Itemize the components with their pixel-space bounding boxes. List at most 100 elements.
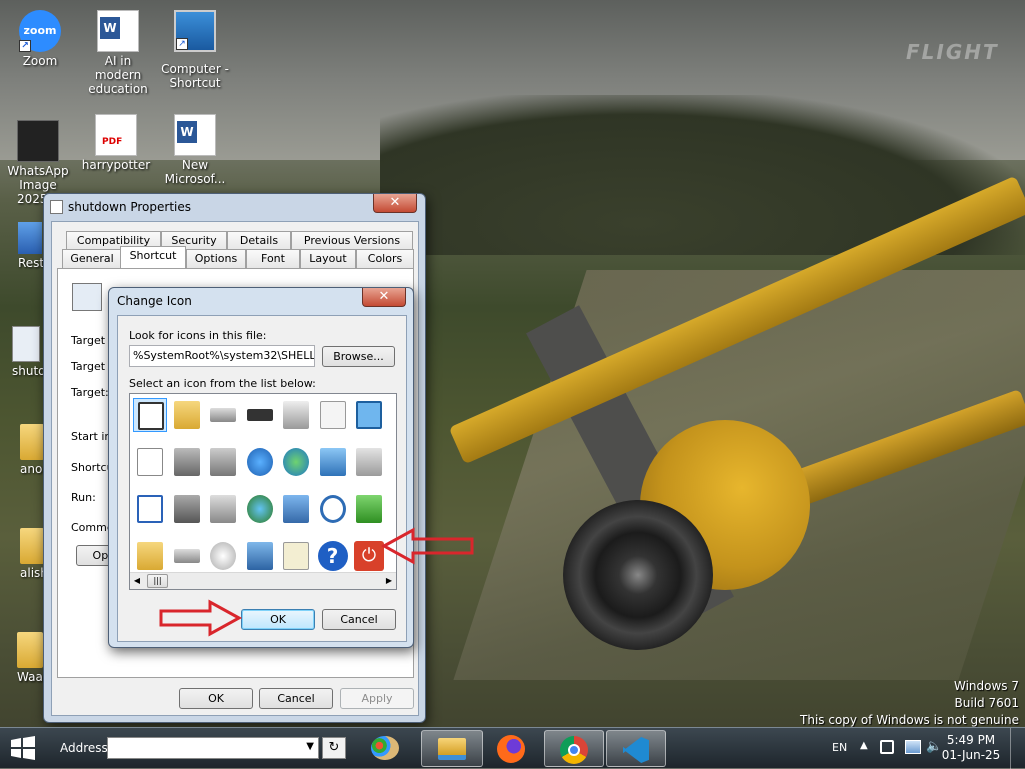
computer-desktop-icon[interactable] [243, 539, 277, 573]
hard-disk-icon-glyph [173, 549, 200, 563]
desktop-icon-computer[interactable]: ↗ Computer - Shortcut [157, 10, 233, 90]
printer-icon[interactable] [279, 398, 313, 432]
memory-chip-icon-glyph [246, 409, 273, 421]
change-icon-title: Change Icon [117, 294, 192, 308]
tab-layout[interactable]: Layout [300, 249, 356, 268]
taskbar: Address ▼ ↻ EN ▲ 🔈 5:49 PM 01-Jun-25 [0, 727, 1025, 769]
green-arrow-icon[interactable] [352, 492, 386, 526]
network-share-icon[interactable] [206, 445, 240, 479]
folder-icon-2[interactable] [133, 539, 167, 573]
taskbar-chrome[interactable] [544, 730, 604, 767]
scroll-right-icon[interactable]: ▶ [384, 576, 394, 586]
show-hidden-icons-button[interactable]: ▲ [860, 740, 868, 751]
image-file-icon [17, 120, 59, 162]
close-icon: ✕ [389, 195, 401, 210]
network-tray-icon[interactable] [905, 740, 921, 754]
computer-desktop-icon-glyph [246, 542, 273, 570]
start-button[interactable] [8, 736, 42, 762]
document-window-icon[interactable] [133, 398, 167, 432]
desktop-icon-waa[interactable]: Waa [0, 632, 44, 684]
tab-previous-versions[interactable]: Previous Versions [291, 231, 413, 250]
properties-close-button[interactable]: ✕ [373, 194, 417, 213]
network-people-icon[interactable] [279, 492, 313, 526]
change-icon-ok-button[interactable]: OK [241, 609, 315, 630]
properties-apply-button[interactable]: Apply [340, 688, 414, 709]
keyboard-grid-icon[interactable] [279, 539, 313, 573]
drive-icon[interactable] [206, 398, 240, 432]
printer-icon-glyph [283, 401, 309, 429]
globe-cursor-icon[interactable] [243, 492, 277, 526]
tab-options[interactable]: Options [186, 249, 246, 268]
address-toolbar-label: Address [60, 741, 108, 755]
memory-chip-icon[interactable] [243, 398, 277, 432]
hard-disk-icon[interactable] [170, 539, 204, 573]
tray-icon-1[interactable] [880, 740, 894, 754]
tab-details[interactable]: Details [227, 231, 291, 250]
keyboard-grid-icon-glyph [283, 542, 309, 570]
change-icon-close-button[interactable]: ✕ [362, 288, 406, 307]
blank-window-icon[interactable] [133, 492, 167, 526]
address-go-button[interactable]: ↻ [322, 737, 346, 759]
control-panel-icon-glyph [319, 448, 346, 476]
icon-list[interactable]: ? ⏻ ◀ ||| ▶ [129, 393, 397, 590]
tab-general[interactable]: General [62, 249, 122, 268]
icon-file-path-value: %SystemRoot%\system32\SHELL32. [133, 349, 315, 362]
windows-watermark: Windows 7 Build 7601 This copy of Window… [800, 678, 1019, 729]
show-desktop-button[interactable] [1010, 728, 1025, 769]
green-arrow-icon-glyph [356, 495, 382, 523]
button-label: Browse... [333, 350, 384, 363]
monitor-icon[interactable] [352, 398, 386, 432]
taskbar-paint[interactable] [356, 730, 414, 767]
desktop-icon-harrypotter[interactable]: harrypotter [78, 114, 154, 172]
language-indicator[interactable]: EN [832, 741, 847, 754]
desktop-icon-alish[interactable]: alish [0, 528, 48, 580]
power-button-icon-glyph: ⏻ [354, 541, 384, 571]
properties-cancel-button[interactable]: Cancel [259, 688, 333, 709]
desktop-icon-zoom[interactable]: zoom ↗ Zoom [2, 10, 78, 68]
properties-ok-button[interactable]: OK [179, 688, 253, 709]
windows-logo-icon [11, 736, 35, 760]
pdf-icon [95, 114, 137, 156]
folder-icon [17, 632, 43, 668]
scroll-left-icon[interactable]: ◀ [132, 576, 142, 586]
tab-shortcut[interactable]: Shortcut [120, 246, 186, 268]
cd-drive-icon-glyph [210, 542, 236, 570]
cd-drive-icon[interactable] [206, 539, 240, 573]
desktop-icon-shutdown[interactable]: shutd [0, 326, 46, 378]
desktop-icon-ano[interactable]: ano [0, 424, 44, 476]
tab-colors[interactable]: Colors [356, 249, 414, 268]
control-panel-icon[interactable] [316, 445, 350, 479]
taskbar-vscode[interactable] [606, 730, 666, 767]
change-icon-cancel-button[interactable]: Cancel [322, 609, 396, 630]
network-share-icon-glyph [210, 448, 236, 476]
icon-file-path-input[interactable]: %SystemRoot%\system32\SHELL32. [129, 345, 315, 367]
floppy-drive-icon[interactable] [170, 492, 204, 526]
address-input[interactable]: ▼ [107, 737, 319, 759]
desktop-icon-label: New Microsof... [164, 158, 226, 186]
taskbar-firefox[interactable] [482, 730, 540, 767]
desktop-icon-new-word[interactable]: New Microsof... [157, 114, 233, 186]
tab-font[interactable]: Font [246, 249, 300, 268]
icon-list-scrollbar[interactable]: ◀ ||| ▶ [130, 572, 396, 589]
chevron-down-icon[interactable]: ▼ [306, 741, 314, 752]
properties-titlebar[interactable]: shutdown Properties [44, 194, 425, 220]
watermark-line-2: Build 7601 [954, 696, 1019, 710]
clock[interactable]: 5:49 PM 01-Jun-25 [940, 733, 1002, 763]
search-magnifier-icon[interactable] [316, 492, 350, 526]
help-question-icon[interactable]: ? [316, 539, 350, 573]
settings-window-icon[interactable] [352, 445, 386, 479]
shortcut-file-icon [72, 283, 102, 311]
text-document-icon[interactable] [133, 445, 167, 479]
clock-document-icon[interactable] [316, 398, 350, 432]
removed-drive-icon[interactable] [206, 492, 240, 526]
network-globe-icon[interactable] [279, 445, 313, 479]
scrollbar-thumb[interactable]: ||| [147, 574, 168, 588]
internet-globe-icon[interactable] [243, 445, 277, 479]
folder-icon[interactable] [170, 398, 204, 432]
browse-button[interactable]: Browse... [322, 346, 395, 367]
taskbar-explorer[interactable] [421, 730, 483, 767]
network-drive-icon[interactable] [170, 445, 204, 479]
desktop-icon-ai-doc[interactable]: AI in modern education [80, 10, 156, 96]
desktop-icon-label: Rest [18, 256, 45, 270]
desktop-icon-restart[interactable]: Rest [0, 222, 44, 270]
